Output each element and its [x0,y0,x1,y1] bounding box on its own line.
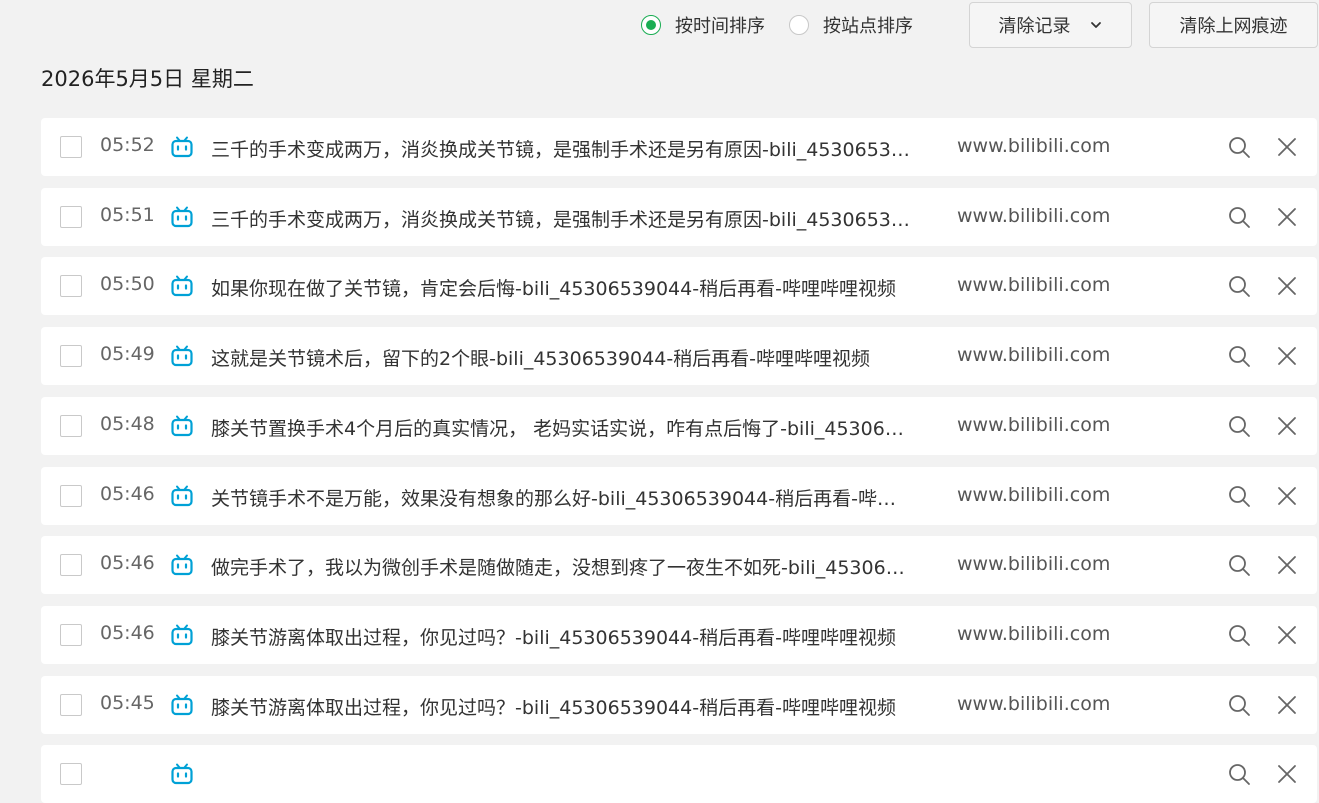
visit-time: 05:46 [100,552,155,574]
sort-by-site-label: 按站点排序 [823,16,913,37]
search-icon[interactable] [1227,623,1251,647]
row-checkbox[interactable] [60,415,82,437]
bilibili-icon [171,415,193,437]
visit-time: 05:48 [100,413,155,435]
visit-time: 05:45 [100,692,155,714]
toolbar: 按时间排序 按站点排序 清除记录 清除上网痕迹 [0,0,1319,52]
close-icon[interactable] [1276,415,1298,437]
history-row[interactable]: 05:46 膝关节游离体取出过程，你见过吗？-bili_45306539044-… [41,606,1317,664]
row-checkbox[interactable] [60,554,82,576]
page-title-link[interactable]: 做完手术了，我以为微创手术是随做随走，没想到疼了一夜生不如死-bili_4530… [211,553,939,580]
search-icon[interactable] [1227,762,1251,786]
bilibili-icon [171,345,193,367]
visit-time: 05:50 [100,273,155,295]
bilibili-icon [171,694,193,716]
history-row[interactable]: 05:49 这就是关节镜术后，留下的2个眼-bili_45306539044-稍… [41,327,1317,385]
sort-by-site-radio[interactable]: 按站点排序 [789,12,913,38]
bilibili-icon [171,275,193,297]
history-row[interactable]: 05:52 三千的手术变成两万，消炎换成关节镜，是强制手术还是另有原因-bili… [41,118,1317,176]
clear-traces-label: 清除上网痕迹 [1179,16,1288,37]
visit-time: 05:52 [100,134,155,156]
close-icon[interactable] [1276,763,1298,785]
page-title-link[interactable]: 这就是关节镜术后，留下的2个眼-bili_45306539044-稍后再看-哔哩… [211,344,939,371]
visit-time: 05:46 [100,622,155,644]
row-checkbox[interactable] [60,206,82,228]
close-icon[interactable] [1276,206,1298,228]
site-domain[interactable]: www.bilibili.com [957,693,1110,715]
row-checkbox[interactable] [60,345,82,367]
search-icon[interactable] [1227,274,1251,298]
bilibili-icon [171,554,193,576]
row-checkbox[interactable] [60,763,82,785]
visit-time: 05:51 [100,204,155,226]
site-domain[interactable]: www.bilibili.com [957,484,1110,506]
history-row[interactable]: 05:46 做完手术了，我以为微创手术是随做随走，没想到疼了一夜生不如死-bil… [41,536,1317,594]
sort-by-time-label: 按时间排序 [675,16,765,37]
search-icon[interactable] [1227,553,1251,577]
page-title-link[interactable]: 膝关节游离体取出过程，你见过吗？-bili_45306539044-稍后再看-哔… [211,693,939,720]
search-icon[interactable] [1227,135,1251,159]
sort-by-time-radio[interactable]: 按时间排序 [641,12,765,38]
page-title-link[interactable]: 膝关节游离体取出过程，你见过吗？-bili_45306539044-稍后再看-哔… [211,623,939,650]
clear-records-button[interactable]: 清除记录 [969,2,1132,48]
bilibili-icon [171,136,193,158]
row-checkbox[interactable] [60,485,82,507]
date-heading: 2026年5月5日 星期二 [41,67,254,91]
page-title-link[interactable]: 三千的手术变成两万，消炎换成关节镜，是强制手术还是另有原因-bili_45306… [211,135,939,162]
row-checkbox[interactable] [60,624,82,646]
bilibili-icon [171,485,193,507]
bilibili-icon [171,624,193,646]
close-icon[interactable] [1276,136,1298,158]
site-domain[interactable]: www.bilibili.com [957,414,1110,436]
history-row[interactable]: 05:45 膝关节游离体取出过程，你见过吗？-bili_45306539044-… [41,676,1317,734]
clear-records-label: 清除记录 [998,16,1071,37]
site-domain[interactable]: www.bilibili.com [957,553,1110,575]
search-icon[interactable] [1227,693,1251,717]
close-icon[interactable] [1276,485,1298,507]
chevron-down-icon [1090,22,1101,28]
site-domain[interactable]: www.bilibili.com [957,135,1110,157]
close-icon[interactable] [1276,694,1298,716]
history-row[interactable]: 05:46 关节镜手术不是万能，效果没有想象的那么好-bili_45306539… [41,467,1317,525]
site-domain[interactable]: www.bilibili.com [957,274,1110,296]
row-checkbox[interactable] [60,275,82,297]
page-title-link[interactable]: 如果你现在做了关节镜，肯定会后悔-bili_45306539044-稍后再看-哔… [211,274,939,301]
row-checkbox[interactable] [60,136,82,158]
site-domain[interactable]: www.bilibili.com [957,623,1110,645]
site-domain[interactable]: www.bilibili.com [957,344,1110,366]
close-icon[interactable] [1276,345,1298,367]
sort-options: 按时间排序 按站点排序 [641,12,937,38]
radio-unchecked-icon [789,15,809,35]
page-title-link[interactable]: 膝关节置换手术4个月后的真实情况， 老妈实话实说，咋有点后悔了-bili_453… [211,414,939,441]
history-row[interactable]: 05:50 如果你现在做了关节镜，肯定会后悔-bili_45306539044-… [41,257,1317,315]
history-row[interactable] [41,745,1317,803]
page-title-link[interactable]: 关节镜手术不是万能，效果没有想象的那么好-bili_45306539044-稍后… [211,484,939,511]
radio-checked-icon [641,15,661,35]
close-icon[interactable] [1276,554,1298,576]
site-domain[interactable]: www.bilibili.com [957,205,1110,227]
close-icon[interactable] [1276,624,1298,646]
history-row[interactable]: 05:51 三千的手术变成两万，消炎换成关节镜，是强制手术还是另有原因-bili… [41,188,1317,246]
close-icon[interactable] [1276,275,1298,297]
visit-time: 05:49 [100,343,155,365]
row-checkbox[interactable] [60,694,82,716]
search-icon[interactable] [1227,344,1251,368]
clear-traces-button[interactable]: 清除上网痕迹 [1149,2,1318,48]
search-icon[interactable] [1227,484,1251,508]
bilibili-icon [171,763,193,785]
bilibili-icon [171,206,193,228]
search-icon[interactable] [1227,414,1251,438]
page-title-link[interactable]: 三千的手术变成两万，消炎换成关节镜，是强制手术还是另有原因-bili_45306… [211,205,939,232]
search-icon[interactable] [1227,205,1251,229]
visit-time: 05:46 [100,483,155,505]
history-row[interactable]: 05:48 膝关节置换手术4个月后的真实情况， 老妈实话实说，咋有点后悔了-bi… [41,397,1317,455]
